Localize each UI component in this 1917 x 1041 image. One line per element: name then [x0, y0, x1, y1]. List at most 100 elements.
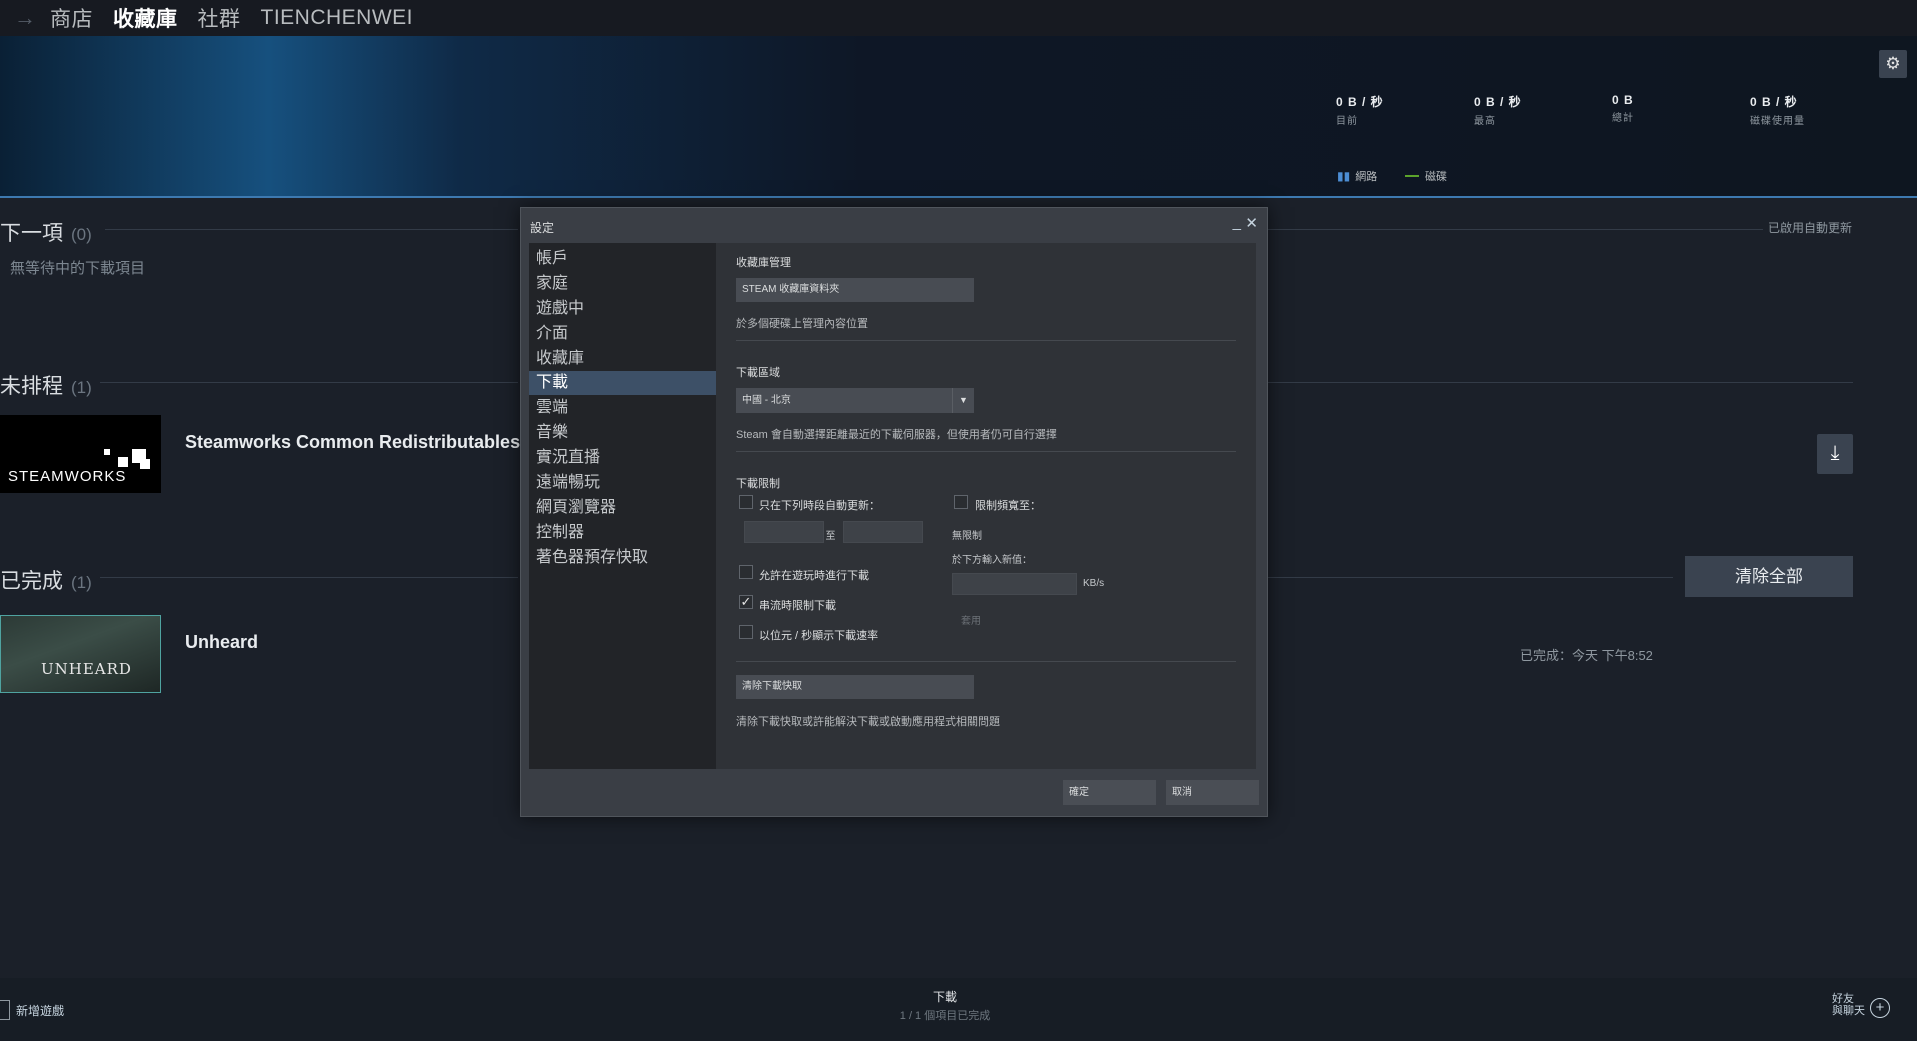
stat-current-label: 目前: [1336, 116, 1358, 127]
library-heading: 收藏庫管理: [736, 257, 791, 269]
stat-peak: 0 B / 秒最高: [1474, 93, 1522, 127]
sidebar-item-in-game[interactable]: 遊戲中: [529, 297, 716, 321]
region-select[interactable]: 中國 - 北京 ▼: [736, 388, 974, 413]
sidebar-item-family[interactable]: 家庭: [529, 272, 716, 296]
sidebar-item-remote-play[interactable]: 遠端暢玩: [529, 471, 716, 495]
only-times-label: 只在下列時段自動更新：: [759, 500, 880, 512]
game-title-steamworks[interactable]: Steamworks Common Redistributables: [185, 432, 520, 453]
sidebar-item-downloads[interactable]: 下載: [529, 371, 716, 395]
minimize-icon[interactable]: _: [1233, 214, 1241, 231]
stat-current: 0 B / 秒目前: [1336, 93, 1384, 127]
dialog-title: 設定: [530, 221, 555, 235]
divider: [100, 382, 518, 383]
nav-library[interactable]: 收藏庫: [113, 3, 178, 33]
apply-button[interactable]: 套用: [961, 612, 981, 627]
forward-arrow-icon[interactable]: →: [0, 5, 50, 31]
sidebar-item-account[interactable]: 帳戶: [529, 247, 716, 271]
show-bits-label: 以位元 / 秒顯示下載速率: [759, 630, 879, 642]
region-note: Steam 會自動選擇距離最近的下載伺服器，但使用者仍可自行選擇: [736, 429, 1057, 441]
stat-peak-value: 0 B / 秒: [1474, 95, 1522, 109]
sidebar-item-broadcast[interactable]: 實況直播: [529, 446, 716, 470]
sidebar-item-interface[interactable]: 介面: [529, 322, 716, 346]
section-unscheduled-count: (1): [71, 378, 92, 397]
enter-new-label: 於下方輸入新值：: [952, 555, 1032, 566]
nav-profile[interactable]: TIENCHENWEI: [261, 6, 414, 30]
divider: [736, 661, 1236, 662]
sidebar-item-cloud[interactable]: 雲端: [529, 396, 716, 420]
end-time-input[interactable]: [843, 521, 923, 543]
allow-while-playing-label: 允許在遊玩時進行下載: [759, 570, 869, 582]
region-heading: 下載區域: [736, 367, 780, 379]
section-next-title: 下一項 (0): [0, 217, 92, 247]
library-folders-button[interactable]: STEAM 收藏庫資料夾: [736, 278, 974, 302]
sidebar-item-controller[interactable]: 控制器: [529, 521, 716, 545]
sidebar-item-library[interactable]: 收藏庫: [529, 347, 716, 371]
section-unscheduled-title: 未排程 (1): [0, 370, 92, 400]
no-pending-text: 無等待中的下載項目: [10, 260, 146, 277]
limits-heading: 下載限制: [736, 478, 780, 490]
chevron-down-icon: ▼: [952, 388, 974, 413]
sidebar-item-music[interactable]: 音樂: [529, 421, 716, 445]
legend-network[interactable]: ▮▮ 網路: [1337, 168, 1377, 184]
legend-network-label: 網路: [1355, 171, 1378, 183]
section-completed-count: (1): [71, 573, 92, 592]
section-next-count: (0): [71, 225, 92, 244]
completed-time: 已完成：今天 下午8:52: [1520, 648, 1653, 663]
unlimited-label: 無限制: [952, 531, 982, 542]
downloads-status[interactable]: 下載 1 / 1 個項目已完成: [0, 988, 1890, 1023]
legend-disk[interactable]: 磁碟: [1405, 168, 1447, 184]
downloads-progress-text: 1 / 1 個項目已完成: [899, 1010, 991, 1022]
clear-cache-note: 清除下載快取或許能解決下載或啟動應用程式相關問題: [736, 716, 1000, 728]
bandwidth-input[interactable]: [952, 573, 1077, 595]
nav-store[interactable]: 商店: [50, 3, 93, 33]
unheard-thumbnail[interactable]: UNHEARD: [0, 615, 161, 693]
friends-label-2: 與聊天: [1832, 1005, 1865, 1017]
friends-chat-button[interactable]: 好友 與聊天: [1832, 993, 1865, 1017]
stat-current-value: 0 B / 秒: [1336, 95, 1384, 109]
divider: [105, 229, 518, 230]
nav-community[interactable]: 社群: [198, 3, 241, 33]
settings-downloads-panel: 收藏庫管理 STEAM 收藏庫資料夾 於多個硬碟上管理內容位置 下載區域 中國 …: [716, 243, 1256, 769]
section-next-label: 下一項: [0, 222, 63, 245]
cancel-button[interactable]: 取消: [1166, 780, 1259, 805]
throttle-streaming-label: 串流時限制下載: [759, 600, 836, 612]
download-icon[interactable]: ⤓: [1817, 434, 1853, 474]
steamworks-thumbnail[interactable]: STEAMWORKS: [0, 415, 161, 493]
only-times-checkbox[interactable]: [739, 495, 753, 509]
stat-disk: 0 B / 秒磁碟使用量: [1750, 93, 1805, 127]
allow-while-playing-checkbox[interactable]: [739, 565, 753, 579]
clear-all-button[interactable]: 清除全部: [1685, 556, 1853, 597]
throttle-streaming-checkbox[interactable]: ✓: [739, 595, 753, 609]
stat-peak-label: 最高: [1474, 116, 1496, 127]
line-icon: [1405, 175, 1419, 177]
auto-update-status[interactable]: 已啟用自動更新: [1768, 219, 1852, 236]
settings-dialog: 設定 _ ✕ 帳戶 家庭 遊戲中 介面 收藏庫 下載 雲端 音樂 實況直播 遠端…: [520, 207, 1268, 817]
divider: [736, 451, 1236, 452]
download-graph-banner: ⚙ 0 B / 秒目前 0 B / 秒最高 0 B 總計 0 B / 秒磁碟使用量…: [0, 36, 1917, 198]
bar-chart-icon: ▮▮: [1337, 169, 1351, 183]
stat-total-label: 總計: [1612, 113, 1634, 124]
section-completed-label: 已完成: [0, 570, 63, 593]
clear-download-cache-button[interactable]: 清除下載快取: [736, 675, 974, 699]
unheard-thumb-text: UNHEARD: [41, 660, 132, 678]
legend-disk-label: 磁碟: [1425, 171, 1447, 183]
settings-sidebar: 帳戶 家庭 遊戲中 介面 收藏庫 下載 雲端 音樂 實況直播 遠端暢玩 網頁瀏覽…: [529, 243, 716, 769]
game-title-unheard[interactable]: Unheard: [185, 632, 258, 653]
limit-bandwidth-checkbox[interactable]: [954, 495, 968, 509]
start-time-input[interactable]: [744, 521, 824, 543]
show-bits-checkbox[interactable]: [739, 625, 753, 639]
stat-disk-label: 磁碟使用量: [1750, 116, 1805, 127]
gear-icon[interactable]: ⚙: [1879, 50, 1907, 78]
add-friend-icon[interactable]: +: [1870, 998, 1890, 1018]
sidebar-item-web-browser[interactable]: 網頁瀏覽器: [529, 496, 716, 520]
divider: [1268, 577, 1673, 578]
sidebar-item-shader-cache[interactable]: 著色器預存快取: [529, 546, 716, 570]
downloads-label: 下載: [932, 990, 957, 1004]
region-select-value: 中國 - 北京: [742, 395, 791, 406]
kbps-unit: KB/s: [1083, 578, 1105, 589]
close-icon[interactable]: ✕: [1245, 214, 1258, 232]
divider: [1268, 229, 1763, 230]
divider: [736, 340, 1236, 341]
ok-button[interactable]: 確定: [1063, 780, 1156, 805]
to-label: 至: [825, 531, 836, 542]
